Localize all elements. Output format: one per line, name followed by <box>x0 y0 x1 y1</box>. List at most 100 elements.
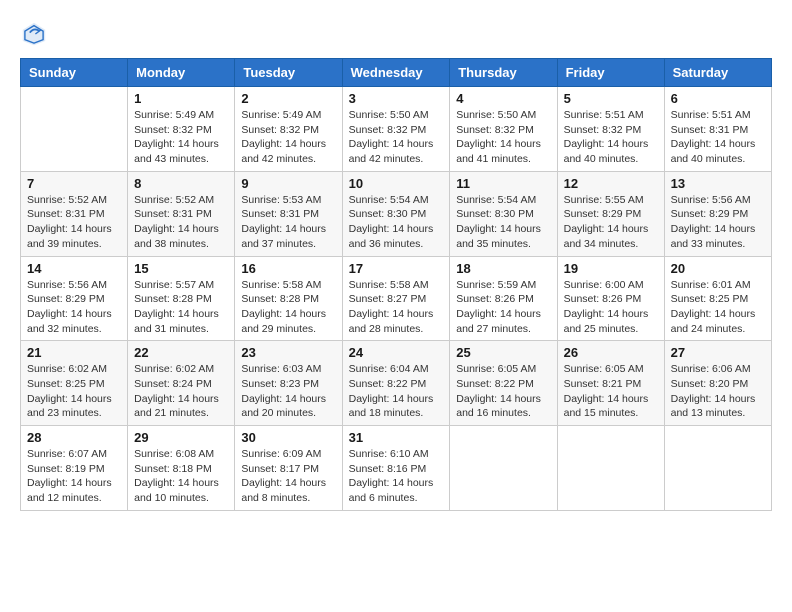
day-info: Sunrise: 6:02 AM Sunset: 8:24 PM Dayligh… <box>134 362 228 421</box>
day-info: Sunrise: 5:49 AM Sunset: 8:32 PM Dayligh… <box>241 108 335 167</box>
day-info: Sunrise: 5:50 AM Sunset: 8:32 PM Dayligh… <box>349 108 444 167</box>
day-info: Sunrise: 6:02 AM Sunset: 8:25 PM Dayligh… <box>27 362 121 421</box>
day-info: Sunrise: 6:01 AM Sunset: 8:25 PM Dayligh… <box>671 278 765 337</box>
calendar-cell: 4 Sunrise: 5:50 AM Sunset: 8:32 PM Daylig… <box>450 87 557 172</box>
week-row-5: 28 Sunrise: 6:07 AM Sunset: 8:19 PM Dayli… <box>21 426 772 511</box>
calendar-cell <box>664 426 771 511</box>
day-info: Sunrise: 5:56 AM Sunset: 8:29 PM Dayligh… <box>671 193 765 252</box>
header-day-monday: Monday <box>128 59 235 87</box>
calendar-cell: 19 Sunrise: 6:00 AM Sunset: 8:26 PM Dayli… <box>557 256 664 341</box>
day-info: Sunrise: 6:10 AM Sunset: 8:16 PM Dayligh… <box>349 447 444 506</box>
day-info: Sunrise: 5:58 AM Sunset: 8:27 PM Dayligh… <box>349 278 444 337</box>
day-number: 6 <box>671 91 765 106</box>
day-number: 30 <box>241 430 335 445</box>
day-number: 8 <box>134 176 228 191</box>
calendar-cell: 3 Sunrise: 5:50 AM Sunset: 8:32 PM Daylig… <box>342 87 450 172</box>
day-number: 17 <box>349 261 444 276</box>
header-day-friday: Friday <box>557 59 664 87</box>
calendar-table: SundayMondayTuesdayWednesdayThursdayFrid… <box>20 58 772 511</box>
logo <box>20 20 52 48</box>
day-info: Sunrise: 5:50 AM Sunset: 8:32 PM Dayligh… <box>456 108 550 167</box>
calendar-cell: 14Sunrise: 5:56 AM Sunset: 8:29 PM Dayli… <box>21 256 128 341</box>
day-info: Sunrise: 6:03 AM Sunset: 8:23 PM Dayligh… <box>241 362 335 421</box>
day-info: Sunrise: 5:53 AM Sunset: 8:31 PM Dayligh… <box>241 193 335 252</box>
calendar-header: SundayMondayTuesdayWednesdayThursdayFrid… <box>21 59 772 87</box>
day-info: Sunrise: 5:58 AM Sunset: 8:28 PM Dayligh… <box>241 278 335 337</box>
day-info: Sunrise: 6:05 AM Sunset: 8:22 PM Dayligh… <box>456 362 550 421</box>
calendar-cell: 1 Sunrise: 5:49 AM Sunset: 8:32 PM Daylig… <box>128 87 235 172</box>
day-info: Sunrise: 5:52 AM Sunset: 8:31 PM Dayligh… <box>134 193 228 252</box>
calendar-cell: 6 Sunrise: 5:51 AM Sunset: 8:31 PM Daylig… <box>664 87 771 172</box>
day-number: 4 <box>456 91 550 106</box>
calendar-cell: 13 Sunrise: 5:56 AM Sunset: 8:29 PM Dayli… <box>664 171 771 256</box>
day-number: 18 <box>456 261 550 276</box>
day-number: 31 <box>349 430 444 445</box>
day-info: Sunrise: 5:57 AM Sunset: 8:28 PM Dayligh… <box>134 278 228 337</box>
header-day-sunday: Sunday <box>21 59 128 87</box>
calendar-cell: 11 Sunrise: 5:54 AM Sunset: 8:30 PM Dayli… <box>450 171 557 256</box>
calendar-cell <box>21 87 128 172</box>
day-info: Sunrise: 5:52 AM Sunset: 8:31 PM Dayligh… <box>27 193 121 252</box>
calendar-body: 1 Sunrise: 5:49 AM Sunset: 8:32 PM Daylig… <box>21 87 772 511</box>
day-number: 3 <box>349 91 444 106</box>
day-info: Sunrise: 6:08 AM Sunset: 8:18 PM Dayligh… <box>134 447 228 506</box>
day-info: Sunrise: 6:00 AM Sunset: 8:26 PM Dayligh… <box>564 278 658 337</box>
day-number: 9 <box>241 176 335 191</box>
calendar-cell: 20 Sunrise: 6:01 AM Sunset: 8:25 PM Dayli… <box>664 256 771 341</box>
header-day-thursday: Thursday <box>450 59 557 87</box>
day-number: 12 <box>564 176 658 191</box>
day-number: 7 <box>27 176 121 191</box>
header-day-tuesday: Tuesday <box>235 59 342 87</box>
calendar-cell: 28 Sunrise: 6:07 AM Sunset: 8:19 PM Dayli… <box>21 426 128 511</box>
day-info: Sunrise: 5:49 AM Sunset: 8:32 PM Dayligh… <box>134 108 228 167</box>
day-info: Sunrise: 6:05 AM Sunset: 8:21 PM Dayligh… <box>564 362 658 421</box>
calendar-cell: 31 Sunrise: 6:10 AM Sunset: 8:16 PM Dayli… <box>342 426 450 511</box>
day-info: Sunrise: 5:54 AM Sunset: 8:30 PM Dayligh… <box>456 193 550 252</box>
calendar-cell: 25Sunrise: 6:05 AM Sunset: 8:22 PM Dayli… <box>450 341 557 426</box>
page-header <box>20 20 772 48</box>
day-number: 11 <box>456 176 550 191</box>
logo-icon <box>20 20 48 48</box>
header-row: SundayMondayTuesdayWednesdayThursdayFrid… <box>21 59 772 87</box>
calendar-cell: 23Sunrise: 6:03 AM Sunset: 8:23 PM Dayli… <box>235 341 342 426</box>
calendar-cell: 24 Sunrise: 6:04 AM Sunset: 8:22 PM Dayli… <box>342 341 450 426</box>
calendar-cell: 15 Sunrise: 5:57 AM Sunset: 8:28 PM Dayli… <box>128 256 235 341</box>
day-number: 28 <box>27 430 121 445</box>
calendar-cell: 9 Sunrise: 5:53 AM Sunset: 8:31 PM Daylig… <box>235 171 342 256</box>
calendar-cell: 21 Sunrise: 6:02 AM Sunset: 8:25 PM Dayli… <box>21 341 128 426</box>
day-number: 13 <box>671 176 765 191</box>
day-info: Sunrise: 5:54 AM Sunset: 8:30 PM Dayligh… <box>349 193 444 252</box>
day-number: 20 <box>671 261 765 276</box>
calendar-cell: 29 Sunrise: 6:08 AM Sunset: 8:18 PM Dayli… <box>128 426 235 511</box>
calendar-cell: 12 Sunrise: 5:55 AM Sunset: 8:29 PM Dayli… <box>557 171 664 256</box>
day-number: 24 <box>349 345 444 360</box>
day-number: 16 <box>241 261 335 276</box>
day-number: 27 <box>671 345 765 360</box>
day-info: Sunrise: 5:51 AM Sunset: 8:32 PM Dayligh… <box>564 108 658 167</box>
calendar-cell: 18Sunrise: 5:59 AM Sunset: 8:26 PM Dayli… <box>450 256 557 341</box>
week-row-2: 7 Sunrise: 5:52 AM Sunset: 8:31 PM Daylig… <box>21 171 772 256</box>
day-number: 22 <box>134 345 228 360</box>
calendar-cell: 17 Sunrise: 5:58 AM Sunset: 8:27 PM Dayli… <box>342 256 450 341</box>
calendar-cell: 16 Sunrise: 5:58 AM Sunset: 8:28 PM Dayli… <box>235 256 342 341</box>
header-day-saturday: Saturday <box>664 59 771 87</box>
day-info: Sunrise: 5:55 AM Sunset: 8:29 PM Dayligh… <box>564 193 658 252</box>
day-number: 15 <box>134 261 228 276</box>
day-number: 10 <box>349 176 444 191</box>
header-day-wednesday: Wednesday <box>342 59 450 87</box>
day-number: 19 <box>564 261 658 276</box>
day-number: 26 <box>564 345 658 360</box>
day-info: Sunrise: 5:51 AM Sunset: 8:31 PM Dayligh… <box>671 108 765 167</box>
day-number: 29 <box>134 430 228 445</box>
day-number: 21 <box>27 345 121 360</box>
calendar-cell: 5 Sunrise: 5:51 AM Sunset: 8:32 PM Daylig… <box>557 87 664 172</box>
day-number: 14 <box>27 261 121 276</box>
day-number: 2 <box>241 91 335 106</box>
day-number: 5 <box>564 91 658 106</box>
calendar-cell: 30Sunrise: 6:09 AM Sunset: 8:17 PM Dayli… <box>235 426 342 511</box>
day-info: Sunrise: 6:04 AM Sunset: 8:22 PM Dayligh… <box>349 362 444 421</box>
day-number: 1 <box>134 91 228 106</box>
calendar-cell: 27Sunrise: 6:06 AM Sunset: 8:20 PM Dayli… <box>664 341 771 426</box>
calendar-cell <box>450 426 557 511</box>
day-info: Sunrise: 6:07 AM Sunset: 8:19 PM Dayligh… <box>27 447 121 506</box>
